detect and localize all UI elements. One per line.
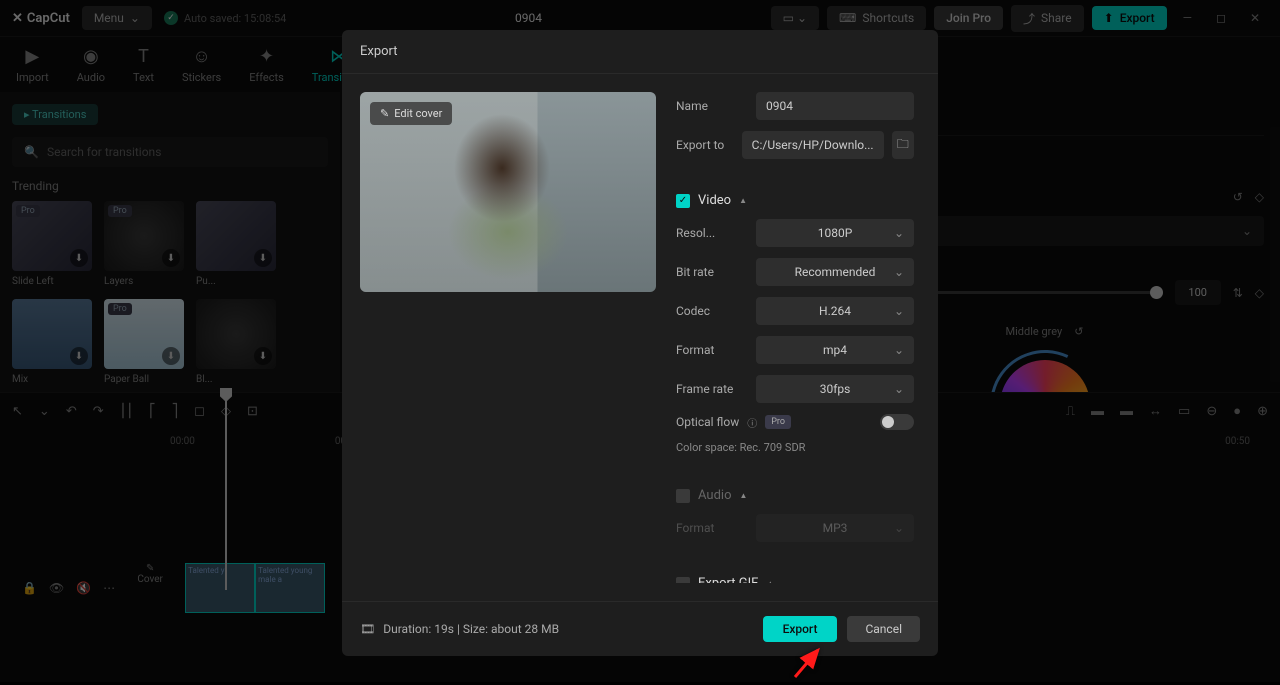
annotation-arrow <box>790 642 830 685</box>
collapse-icon[interactable]: ▲ <box>739 196 747 205</box>
opticalflow-toggle[interactable] <box>880 414 914 430</box>
codec-select[interactable]: H.264 <box>756 297 914 325</box>
export-confirm-button[interactable]: Export <box>763 616 838 642</box>
resolution-label: Resol... <box>676 226 748 240</box>
cancel-button[interactable]: Cancel <box>847 616 920 642</box>
export-dialog: Export ✎ Edit cover Name 0904 Export to C:… <box>342 30 938 656</box>
browse-folder-button[interactable]: 🗀 <box>892 131 914 159</box>
dialog-title: Export <box>342 30 938 74</box>
framerate-label: Frame rate <box>676 382 748 396</box>
codec-label: Codec <box>676 304 748 318</box>
bitrate-label: Bit rate <box>676 265 748 279</box>
opticalflow-label: Optical flow <box>676 415 739 429</box>
format-select[interactable]: mp4 <box>756 336 914 364</box>
exportto-input[interactable]: C:/Users/HP/Downlo... <box>742 131 884 159</box>
audio-format-select: MP3 <box>756 514 914 542</box>
name-input[interactable]: 0904 <box>756 92 914 120</box>
video-checkbox[interactable]: ✓ <box>676 194 690 208</box>
collapse-icon[interactable]: ▲ <box>766 579 774 583</box>
resolution-select[interactable]: 1080P <box>756 219 914 247</box>
bitrate-select[interactable]: Recommended <box>756 258 914 286</box>
audio-checkbox[interactable] <box>676 489 690 503</box>
colorspace-info: Color space: Rec. 709 SDR <box>676 441 914 454</box>
film-icon: 🎞 <box>360 622 375 636</box>
format-label: Format <box>676 343 748 357</box>
edit-cover-button[interactable]: ✎ Edit cover <box>370 102 452 125</box>
exportto-label: Export to <box>676 138 734 152</box>
collapse-icon[interactable]: ▲ <box>739 491 747 500</box>
gif-section-label: Export GIF <box>698 576 758 583</box>
framerate-select[interactable]: 30fps <box>756 375 914 403</box>
name-label: Name <box>676 99 748 113</box>
duration-info: Duration: 19s | Size: about 28 MB <box>383 622 559 636</box>
cover-preview: ✎ Edit cover <box>360 92 656 292</box>
gif-checkbox[interactable] <box>676 577 690 584</box>
video-section-label: Video <box>698 193 731 208</box>
audio-section-label: Audio <box>698 488 731 503</box>
